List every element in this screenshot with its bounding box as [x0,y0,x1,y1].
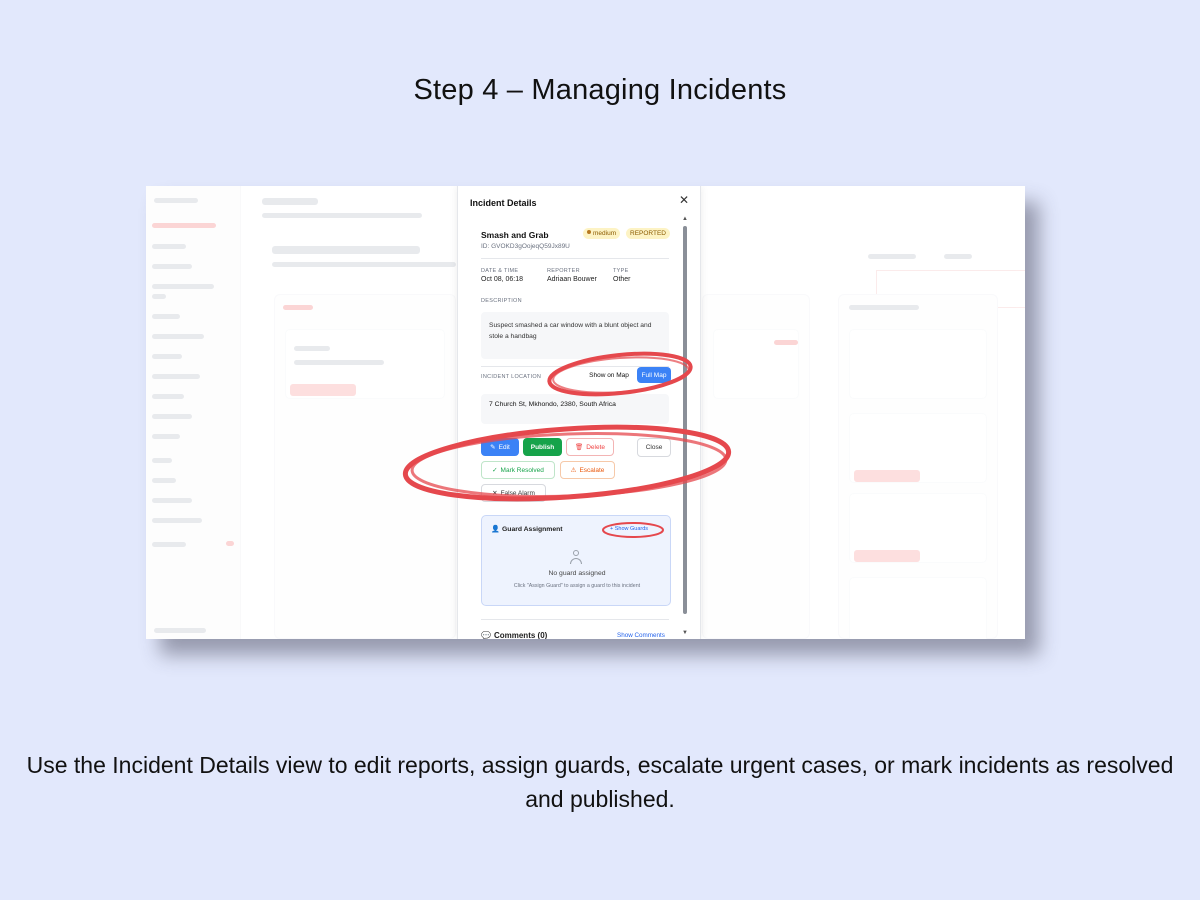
incident-address: 7 Church St, Mkhondo, 2380, South Africa [481,394,669,424]
escalate-button[interactable]: ⚠ Escalate [560,461,615,479]
incident-id: ID: GVOKD3gOojeqQ59Jx89U [481,243,570,250]
user-placeholder-icon [570,550,582,566]
check-circle-icon: ✓ [492,467,498,474]
divider [481,619,669,620]
type-label: TYPE [613,268,629,274]
scrollbar-thumb[interactable] [683,226,687,614]
no-guard-text: No guard assigned [548,570,606,577]
scroll-up-arrow-icon[interactable]: ▲ [682,216,688,222]
publish-button[interactable]: Publish [523,438,562,456]
reporter-label: REPORTER [547,268,580,274]
modal-title: Incident Details [470,198,537,208]
close-icon[interactable]: ✕ [679,193,689,207]
background-sidebar [146,186,241,639]
severity-badge: medium [583,228,621,239]
pencil-icon: ✎ [490,444,496,451]
incident-name: Smash and Grab [481,230,549,240]
delete-button[interactable]: 🗑 Delete [566,438,614,456]
screenshot-frame: Incident Details ✕ ▲ ▼ Smash and Grab me… [146,186,1025,639]
show-guards-button[interactable]: + Show Guards [610,526,648,532]
close-button[interactable]: Close [637,438,671,457]
edit-button[interactable]: ✎ Edit [481,438,519,456]
comment-icon: 💬 [481,631,491,639]
location-label: INCIDENT LOCATION [481,374,542,380]
status-badge: REPORTED [626,228,670,239]
severity-dot-icon [587,230,591,234]
warning-triangle-icon: ⚠ [570,467,577,474]
divider [481,258,669,259]
x-icon: ✕ [492,490,498,497]
mark-resolved-button[interactable]: ✓ Mark Resolved [481,461,555,479]
show-comments-link[interactable]: Show Comments [617,632,665,639]
date-label: DATE & TIME [481,268,519,274]
description-text: Suspect smashed a car window with a blun… [481,312,669,359]
assign-guard-hint: Click "Assign Guard" to assign a guard t… [513,583,641,589]
false-alarm-button[interactable]: ✕ False Alarm [481,484,546,502]
full-map-button[interactable]: Full Map [637,367,671,383]
reporter-value: Adriaan Bouwer [547,276,597,283]
description-label: DESCRIPTION [481,298,522,304]
show-on-map-button[interactable]: Show on Map [585,368,633,383]
trash-icon: 🗑 [574,444,584,451]
type-value: Other [613,276,631,283]
user-icon: 👤 [491,526,500,533]
date-value: Oct 08, 06:18 [481,276,524,283]
scrollbar[interactable]: ▲ ▼ [682,216,688,638]
caption-text: Use the Incident Details view to edit re… [26,752,1174,812]
scroll-down-arrow-icon[interactable]: ▼ [682,630,688,636]
comments-heading: 💬 Comments (0) [481,631,548,639]
guard-assignment-title: Guard Assignment [502,526,563,533]
incident-details-modal: Incident Details ✕ ▲ ▼ Smash and Grab me… [457,186,701,639]
guard-assignment-panel: 👤 Guard Assignment + Show Guards No guar… [481,515,671,606]
step-title: Step 4 – Managing Incidents [413,74,787,106]
